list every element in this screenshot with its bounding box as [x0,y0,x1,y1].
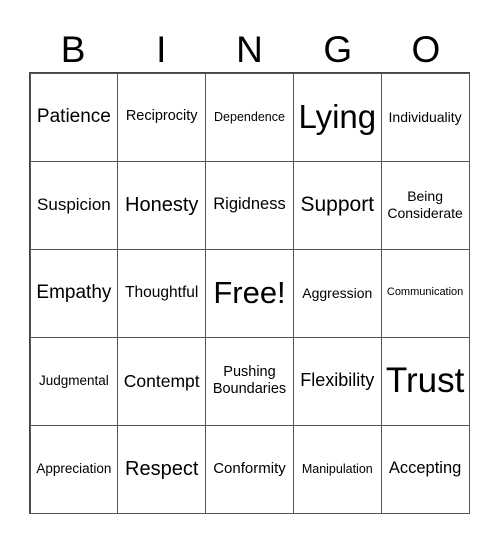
header-letter-n: N [236,29,263,70]
bingo-cell[interactable]: Dependence [205,72,294,162]
bingo-cell[interactable]: Judgmental [29,336,119,426]
bingo-cell[interactable]: Flexibility [292,336,382,426]
bingo-cell[interactable]: Lying [292,72,382,162]
bingo-cell[interactable]: Rigidness [205,160,294,250]
bingo-grid: Patience Reciprocity Dependence Lying In… [29,72,470,514]
bingo-cell[interactable]: Thoughtful [117,248,207,338]
header-letter-o: O [411,29,441,70]
header-letter-b: B [60,29,86,70]
bingo-cell[interactable]: Aggression [292,248,382,338]
bingo-cell[interactable]: Patience [29,72,119,162]
bingo-cell[interactable]: Trust [380,336,470,426]
bingo-cell[interactable]: Conformity [205,424,294,514]
header-letter-g: G [323,29,353,70]
header-letter-i: I [156,29,167,70]
bingo-header: B I N G O [29,28,470,72]
bingo-cell[interactable]: Being Considerate [380,160,470,250]
bingo-cell[interactable]: Contempt [117,336,207,426]
free-space-cell[interactable]: Free! [205,248,294,338]
bingo-cell[interactable]: Manipulation [292,424,382,514]
bingo-cell[interactable]: Reciprocity [117,72,207,162]
bingo-cell[interactable]: Pushing Boundaries [205,336,294,426]
bingo-cell[interactable]: Accepting [380,424,470,514]
bingo-cell[interactable]: Honesty [117,160,207,250]
bingo-cell[interactable]: Suspicion [29,160,119,250]
bingo-cell[interactable]: Support [292,160,382,250]
bingo-cell[interactable]: Empathy [29,248,119,338]
bingo-cell[interactable]: Individuality [380,72,470,162]
bingo-cell[interactable]: Appreciation [29,424,119,514]
bingo-cell[interactable]: Communication [380,248,470,338]
bingo-cell[interactable]: Respect [117,424,207,514]
